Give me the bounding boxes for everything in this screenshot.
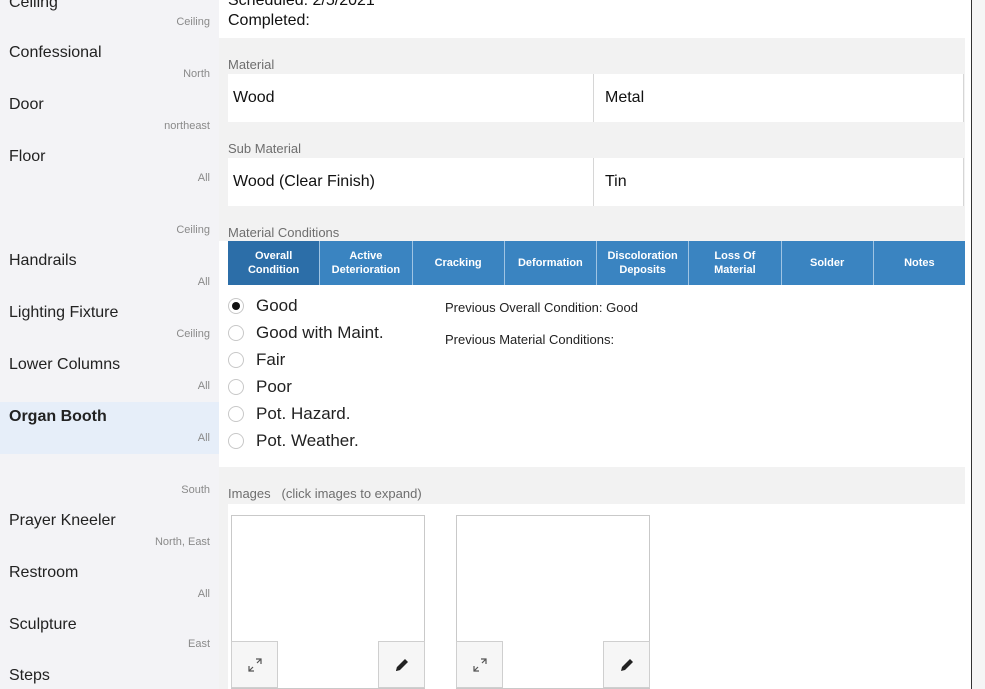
sidebar-item-label: Ceiling [9,0,58,11]
tab-active-deterioration[interactable]: Active Deterioration [320,241,413,285]
sidebar-item-label: Floor [9,148,46,165]
condition-option-good-with-maint[interactable]: Good with Maint. [228,321,384,345]
sidebar-item[interactable]: Sculpture East [0,598,219,650]
previous-overall-condition: Previous Overall Condition: Good [445,300,638,315]
tab-deformation[interactable]: Deformation [505,241,597,285]
tab-solder[interactable]: Solder [782,241,874,285]
tab-cracking[interactable]: Cracking [413,241,505,285]
expand-button[interactable] [456,641,503,688]
condition-option-pot-hazard[interactable]: Pot. Hazard. [228,402,351,426]
sidebar-item[interactable]: Lighting Fixture Ceiling [0,286,219,340]
radio-button[interactable] [228,406,244,422]
condition-option-poor[interactable]: Poor [228,375,292,399]
sub-material-option-wood-clear[interactable]: Wood (Clear Finish) [228,158,594,206]
expand-icon [247,657,262,672]
material-option-wood[interactable]: Wood [228,74,594,122]
condition-option-label: Poor [256,377,292,396]
expand-button[interactable] [231,641,278,688]
sidebar-item-label: Confessional [9,44,102,61]
conditions-title: Material Conditions [228,225,340,240]
condition-option-fair[interactable]: Fair [228,348,285,372]
conditions-header: Material Conditions [219,206,965,241]
sub-material-title: Sub Material [228,141,301,156]
sidebar-item-location: East [187,638,210,650]
condition-option-label: Pot. Weather. [256,431,359,450]
sidebar-item-label: Lower Columns [9,356,121,373]
sub-material-option-label: Tin [605,173,627,190]
radio-button[interactable] [228,352,244,368]
sidebar-item-label: Handrails [9,252,77,269]
images-hint: (click images to expand) [281,486,422,501]
condition-option-label: Pot. Hazard. [256,404,351,423]
completed-date: Completed: [228,12,310,29]
sub-material-option-label: Wood (Clear Finish) [233,173,375,190]
radio-button-checked[interactable] [228,298,244,314]
sidebar-item-label: Sculpture [9,616,77,633]
material-title: Material [228,57,275,72]
sidebar-item[interactable]: Prayer Kneeler North, East [0,494,219,548]
tab-loss-of-material[interactable]: Loss Of Material [689,241,782,285]
sidebar-item[interactable]: Lower Columns All [0,338,219,392]
sidebar-item-label: Door [9,96,44,113]
sidebar-item[interactable]: South [0,442,219,496]
condition-option-pot-weather[interactable]: Pot. Weather. [228,429,359,453]
condition-option-label: Good with Maint. [256,323,384,342]
image-thumbnail[interactable] [456,515,650,689]
sidebar-item-label: Prayer Kneeler [9,512,116,529]
sidebar-item[interactable]: Ceiling [0,182,219,236]
previous-material-conditions: Previous Material Conditions: [445,332,615,347]
condition-option-label: Good [256,296,298,315]
sidebar-item-label: Lighting Fixture [9,304,119,321]
material-option-label: Metal [605,89,645,106]
material-option-metal[interactable]: Metal [594,74,964,122]
tab-notes[interactable]: Notes [874,241,965,285]
edit-button[interactable] [603,641,650,688]
sidebar-item[interactable]: Door northeast [0,78,219,132]
sidebar-item[interactable]: Confessional North [0,26,219,80]
condition-option-label: Fair [256,350,286,369]
sidebar: Ceiling Ceiling Confessional North Door … [0,0,220,689]
sub-material-section: Sub Material Wood (Clear Finish) Tin [219,122,965,206]
sidebar-item[interactable]: Restroom All [0,546,219,600]
expand-icon [472,657,487,672]
tab-discoloration-deposits[interactable]: Discoloration Deposits [597,241,690,285]
radio-button[interactable] [228,379,244,395]
radio-button[interactable] [228,433,244,449]
edit-button[interactable] [378,641,425,688]
material-option-label: Wood [233,89,275,106]
sidebar-item-label: Organ Booth [9,408,107,425]
conditions-tab-bar: Overall Condition Active Deterioration Cra… [228,241,965,285]
sidebar-item-label: Steps [9,667,50,684]
image-thumbnail[interactable] [231,515,425,689]
sidebar-item-location: All [197,380,210,392]
sidebar-item[interactable]: Steps [0,650,219,689]
detail-panel: Scheduled: 2/5/2021 Completed: Material … [219,0,971,689]
tab-overall-condition[interactable]: Overall Condition [228,241,321,285]
sidebar-item-label: Restroom [9,564,79,581]
images-title: Images (click images to expand) [228,486,422,501]
pencil-icon [620,658,633,671]
radio-button[interactable] [228,325,244,341]
pencil-icon [395,658,408,671]
sub-material-option-tin[interactable]: Tin [594,158,964,206]
sidebar-item[interactable]: Handrails All [0,234,219,288]
scrollbar-gutter[interactable] [972,0,985,689]
sidebar-item[interactable]: Floor All [0,130,219,184]
condition-option-good[interactable]: Good [228,294,298,318]
material-section: Material Wood Metal [219,38,965,122]
scheduled-date: Scheduled: 2/5/2021 [228,0,375,9]
sidebar-item[interactable]: Ceiling Ceiling [0,0,219,28]
